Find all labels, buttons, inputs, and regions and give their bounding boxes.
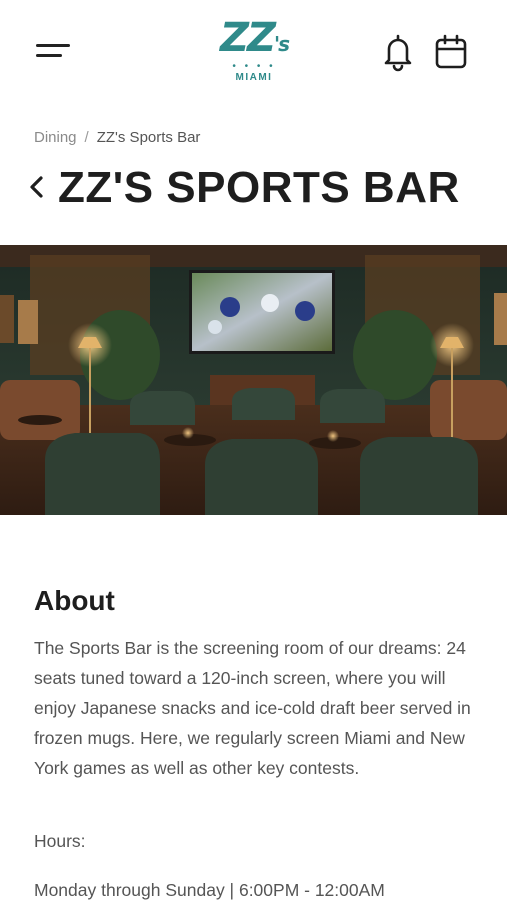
- hamburger-menu-icon[interactable]: [36, 42, 72, 64]
- logo-dots: • • • •: [232, 61, 276, 72]
- hero-image: [0, 245, 507, 515]
- calendar-icon[interactable]: [434, 32, 470, 72]
- breadcrumb-link-dining[interactable]: Dining: [34, 129, 77, 146]
- zz-miami-logo[interactable]: ZZ's • • • • MIAMI: [212, 18, 296, 92]
- logo-mark: ZZ's: [219, 15, 290, 61]
- page: ZZ's • • • • MIAMI Dining / ZZ's Sports Ba…: [0, 0, 507, 900]
- breadcrumb-current: ZZ's Sports Bar: [96, 129, 201, 146]
- chevron-left-icon[interactable]: [26, 170, 48, 204]
- breadcrumb: Dining / ZZ's Sports Bar: [34, 129, 200, 146]
- header: ZZ's • • • • MIAMI: [0, 0, 507, 100]
- page-title: ZZ'S SPORTS BAR: [58, 163, 460, 212]
- hours-value: Monday through Sunday | 6:00PM - 12:00AM: [34, 880, 385, 900]
- about-heading: About: [34, 585, 115, 616]
- bell-icon[interactable]: [380, 32, 416, 72]
- logo-subtitle: MIAMI: [235, 72, 273, 83]
- hours-label: Hours:: [34, 831, 86, 851]
- sports-bar-photo: [0, 245, 507, 515]
- about-description: The Sports Bar is the screening room of …: [34, 638, 471, 778]
- breadcrumb-separator: /: [84, 129, 89, 146]
